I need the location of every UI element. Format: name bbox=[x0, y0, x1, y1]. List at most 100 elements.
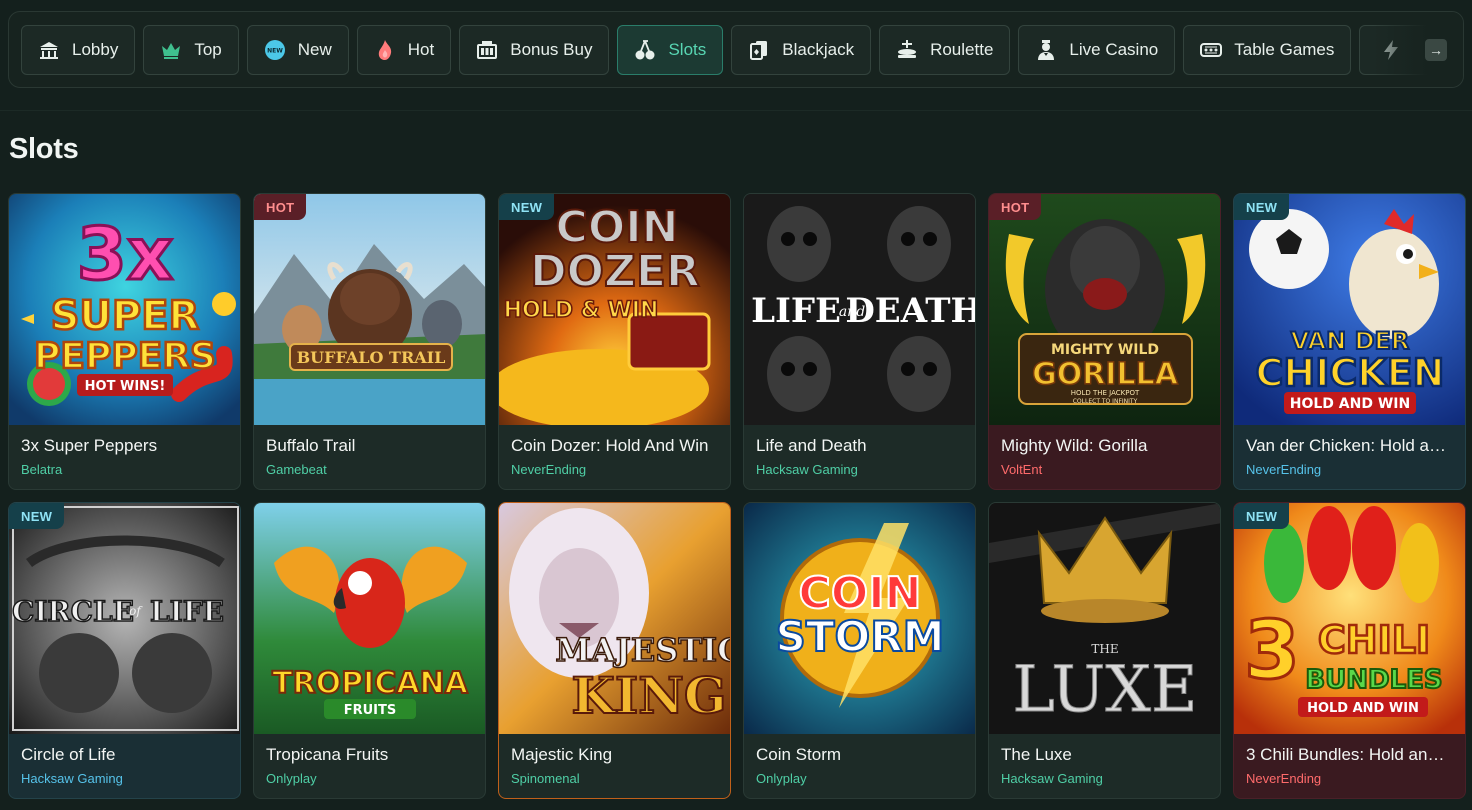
divider bbox=[0, 110, 1472, 111]
game-title: Buffalo Trail bbox=[266, 436, 356, 455]
van-der-chicken-artwork: VAN DER CHICKEN HOLD AND WIN bbox=[1234, 194, 1465, 425]
new-badge: NEW bbox=[499, 194, 555, 220]
game-thumbnail: TROPICANA FRUITS bbox=[254, 503, 485, 734]
tab-bonus-buy[interactable]: Bonus Buy bbox=[459, 25, 610, 75]
hot-badge: HOT bbox=[254, 194, 307, 220]
cherries-icon bbox=[632, 37, 658, 63]
game-info: Van der Chicken: Hold and Win NeverEndin… bbox=[1234, 425, 1465, 489]
game-title: Tropicana Fruits bbox=[266, 745, 389, 764]
game-card-majestic-king[interactable]: MAJESTIC KING Majestic King Spinomenal bbox=[498, 502, 731, 799]
nav-fade bbox=[1373, 12, 1463, 87]
game-card-life-and-death[interactable]: LIFE and DEATH Life and Death Hacksaw Ga… bbox=[743, 193, 976, 490]
svg-text:TROPICANA: TROPICANA bbox=[272, 666, 469, 701]
game-card-circle-of-life[interactable]: NEW CIRCLE of LIFE Circle of Life Hacksa… bbox=[8, 502, 241, 799]
game-card-3-chili-bundles[interactable]: NEW 3 CHILI BUNDLES HOLD AND WIN 3 Chili… bbox=[1233, 502, 1466, 799]
svg-text:PEPPERS: PEPPERS bbox=[34, 336, 216, 377]
new-icon: NEW bbox=[262, 37, 288, 63]
tab-blackjack[interactable]: Blackjack bbox=[731, 25, 872, 75]
svg-text:LUXE: LUXE bbox=[1012, 653, 1197, 727]
game-info: Tropicana Fruits Onlyplay bbox=[254, 734, 485, 798]
nav-scroll-right-button[interactable]: → bbox=[1425, 39, 1447, 61]
game-thumbnail: LIFE and DEATH bbox=[744, 194, 975, 425]
new-badge: NEW bbox=[1234, 503, 1290, 529]
game-thumbnail: 3 CHILI BUNDLES HOLD AND WIN bbox=[1234, 503, 1465, 734]
game-title: Van der Chicken: Hold and Win bbox=[1246, 436, 1453, 455]
game-info: Coin Storm Onlyplay bbox=[744, 734, 975, 798]
game-card-the-luxe[interactable]: THE LUXE The Luxe Hacksaw Gaming bbox=[988, 502, 1221, 799]
game-card-tropicana-fruits[interactable]: TROPICANA FRUITS Tropicana Fruits Onlypl… bbox=[253, 502, 486, 799]
game-card-van-der-chicken[interactable]: NEW VAN DER CHICKEN HOLD AND WIN Van der… bbox=[1233, 193, 1466, 490]
svg-text:COLLECT TO INFINITY: COLLECT TO INFINITY bbox=[1073, 398, 1138, 405]
tab-roulette[interactable]: Roulette bbox=[879, 25, 1011, 75]
game-provider[interactable]: Hacksaw Gaming bbox=[756, 462, 963, 477]
tab-table-games[interactable]: Table Games bbox=[1183, 25, 1352, 75]
game-card-super-peppers[interactable]: 3x SUPER PEPPERS HOT WINS! 3x Super Pepp… bbox=[8, 193, 241, 490]
game-card-buffalo-trail[interactable]: HOT BUFFALO TRAIL Buffalo Trail Gamebeat bbox=[253, 193, 486, 490]
tab-label: Lobby bbox=[72, 40, 119, 59]
crown-icon bbox=[158, 37, 184, 63]
tab-top[interactable]: Top bbox=[143, 25, 239, 75]
game-provider[interactable]: VoltEnt bbox=[1001, 462, 1208, 477]
tab-live-casino[interactable]: Live Casino bbox=[1018, 25, 1176, 75]
svg-text:HOT WINS!: HOT WINS! bbox=[85, 379, 166, 394]
game-card-coin-dozer[interactable]: NEW COIN DOZER HOLD & WIN Coin Dozer: Ho… bbox=[498, 193, 731, 490]
svg-text:MAJESTIC: MAJESTIC bbox=[555, 631, 731, 669]
svg-text:3x: 3x bbox=[77, 212, 174, 296]
flame-icon bbox=[372, 37, 398, 63]
tab-slots[interactable]: Slots bbox=[617, 25, 724, 75]
game-title: Circle of Life bbox=[21, 745, 116, 764]
tab-lobby[interactable]: Lobby bbox=[21, 25, 136, 75]
game-provider[interactable]: NeverEnding bbox=[1246, 771, 1453, 786]
svg-text:STORM: STORM bbox=[776, 612, 945, 661]
game-card-coin-storm[interactable]: COIN STORM Coin Storm Onlyplay bbox=[743, 502, 976, 799]
lobby-icon bbox=[36, 37, 62, 63]
game-provider[interactable]: Gamebeat bbox=[266, 462, 473, 477]
game-provider[interactable]: Spinomenal bbox=[511, 771, 718, 786]
bonus-buy-icon bbox=[474, 37, 500, 63]
game-provider[interactable]: Belatra bbox=[21, 462, 228, 477]
tab-hot[interactable]: Hot bbox=[356, 25, 452, 75]
the-luxe-artwork: THE LUXE bbox=[989, 503, 1220, 734]
tab-label: Top bbox=[194, 40, 222, 59]
game-provider[interactable]: Onlyplay bbox=[266, 771, 473, 786]
life-and-death-artwork: LIFE and DEATH bbox=[744, 194, 975, 425]
tab-label: New bbox=[297, 40, 332, 59]
game-title: Majestic King bbox=[511, 745, 613, 764]
game-thumbnail: CIRCLE of LIFE bbox=[9, 503, 240, 734]
tab-label: Hot bbox=[407, 40, 435, 59]
svg-text:KING: KING bbox=[571, 666, 726, 725]
tab-new[interactable]: NEW New bbox=[246, 25, 349, 75]
game-thumbnail: 3x SUPER PEPPERS HOT WINS! bbox=[9, 194, 240, 425]
game-thumbnail: MAJESTIC KING bbox=[499, 503, 731, 734]
svg-text:3: 3 bbox=[1244, 604, 1300, 697]
svg-text:GORILLA: GORILLA bbox=[1032, 357, 1179, 392]
game-thumbnail: THE LUXE bbox=[989, 503, 1220, 734]
svg-text:CHILI: CHILI bbox=[1318, 618, 1430, 662]
chili-bundles-artwork: 3 CHILI BUNDLES HOLD AND WIN bbox=[1234, 503, 1465, 734]
svg-text:CIRCLE: CIRCLE bbox=[12, 595, 134, 628]
svg-text:NEW: NEW bbox=[267, 48, 283, 55]
game-title: 3 Chili Bundles: Hold and Win bbox=[1246, 745, 1453, 764]
svg-text:LIFE: LIFE bbox=[751, 291, 841, 331]
game-provider[interactable]: NeverEnding bbox=[511, 462, 718, 477]
game-thumbnail: COIN STORM bbox=[744, 503, 975, 734]
game-provider[interactable]: Onlyplay bbox=[756, 771, 963, 786]
game-provider[interactable]: Hacksaw Gaming bbox=[21, 771, 228, 786]
game-provider[interactable]: Hacksaw Gaming bbox=[1001, 771, 1208, 786]
category-nav: Lobby Top NEW New Hot Bonus Buy Slots Bl… bbox=[8, 11, 1464, 88]
game-info: Coin Dozer: Hold And Win NeverEnding bbox=[499, 425, 730, 489]
game-title: Coin Dozer: Hold And Win bbox=[511, 436, 709, 455]
cards-icon bbox=[746, 37, 772, 63]
game-info: 3 Chili Bundles: Hold and Win NeverEndin… bbox=[1234, 734, 1465, 798]
circle-of-life-artwork: CIRCLE of LIFE bbox=[9, 503, 240, 734]
game-card-mighty-wild-gorilla[interactable]: HOT MIGHTY WILD GORILLA HOLD THE JACKPOT… bbox=[988, 193, 1221, 490]
game-info: Majestic King Spinomenal bbox=[499, 734, 730, 798]
table-icon bbox=[1198, 37, 1224, 63]
svg-text:SUPER: SUPER bbox=[51, 293, 200, 339]
new-badge: NEW bbox=[1234, 194, 1290, 220]
new-badge: NEW bbox=[9, 503, 65, 529]
gorilla-artwork: MIGHTY WILD GORILLA HOLD THE JACKPOT COL… bbox=[989, 194, 1220, 425]
game-provider[interactable]: NeverEnding bbox=[1246, 462, 1453, 477]
svg-text:DOZER: DOZER bbox=[530, 246, 700, 297]
svg-text:HOLD & WIN: HOLD & WIN bbox=[504, 298, 659, 323]
